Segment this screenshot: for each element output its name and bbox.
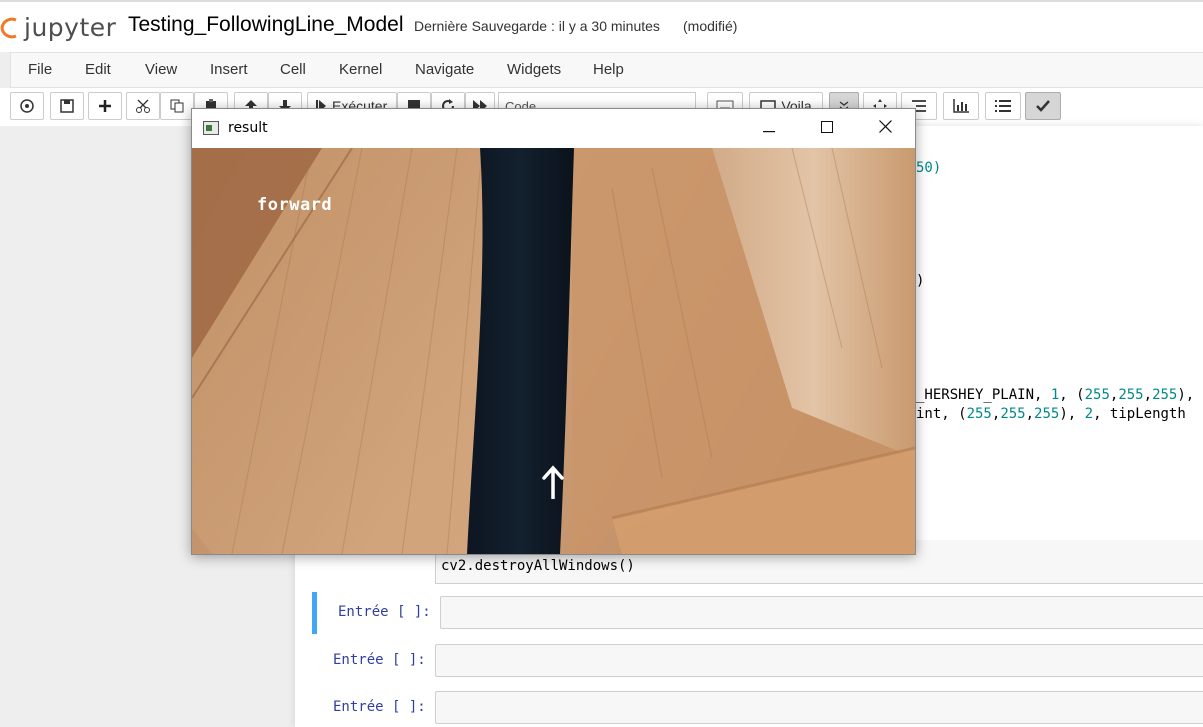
- bulleted-list-icon: [995, 100, 1011, 112]
- notebook-title[interactable]: Testing_FollowingLine_Model: [128, 13, 404, 37]
- close-icon: [878, 119, 892, 138]
- cut-icon: [135, 98, 151, 114]
- code-line-fragment-3: _HERSHEY_PLAIN, 1, (255,255,255),: [916, 387, 1195, 403]
- code-number: 255: [1000, 406, 1026, 422]
- jupyter-logo-text: jupyter: [24, 12, 117, 42]
- code-text: , (: [1059, 387, 1085, 403]
- window-app-icon: [203, 121, 219, 135]
- command-palette-icon: [19, 98, 35, 114]
- empty-code-cell[interactable]: Entrée [ ]:: [317, 640, 1203, 682]
- notebook-header: jupyter Testing_FollowingLine_Model Dern…: [0, 0, 1203, 52]
- code-text: , tipLength: [1093, 406, 1186, 422]
- arrow-up-icon: [541, 465, 565, 504]
- cell-input-area[interactable]: [435, 644, 1203, 677]
- code-number: 255: [1034, 406, 1060, 422]
- modified-flag: (modifié): [683, 18, 738, 34]
- save-icon: [60, 99, 74, 113]
- check-button[interactable]: [1025, 92, 1061, 120]
- code-line-destroy: cv2.destroyAllWindows(): [441, 558, 635, 574]
- menu-bar: File Edit View Insert Cell Kernel Naviga…: [10, 52, 1203, 88]
- menu-file[interactable]: File: [28, 61, 52, 78]
- menu-cell[interactable]: Cell: [280, 61, 306, 78]
- menu-edit[interactable]: Edit: [85, 61, 111, 78]
- add-cell-icon: [98, 99, 112, 113]
- code-line-fragment-4: int, (255,255,255), 2, tipLength: [916, 406, 1186, 422]
- close-button[interactable]: [856, 109, 914, 148]
- code-text: ),: [1059, 406, 1085, 422]
- maximize-icon: [821, 120, 833, 138]
- menu-view[interactable]: View: [145, 61, 177, 78]
- cell-input-area[interactable]: [440, 596, 1203, 629]
- code-number: 255: [1084, 387, 1110, 403]
- menu-kernel[interactable]: Kernel: [339, 61, 382, 78]
- maximize-button[interactable]: [798, 109, 856, 148]
- copy-icon: [169, 98, 185, 114]
- jupyter-logo[interactable]: jupyter: [0, 12, 116, 42]
- jupyter-swirl-icon: [0, 15, 18, 39]
- menu-widgets[interactable]: Widgets: [507, 61, 561, 78]
- code-text: _HERSHEY_PLAIN,: [916, 387, 1051, 403]
- cut-button[interactable]: [126, 92, 160, 120]
- code-line-fragment-1: 50): [916, 160, 941, 176]
- code-text: int, (: [916, 406, 967, 422]
- code-number: 50): [916, 160, 942, 176]
- minimize-icon: [763, 120, 775, 138]
- result-window-title: result: [228, 120, 268, 136]
- menu-insert[interactable]: Insert: [210, 61, 248, 78]
- minimize-button[interactable]: [740, 109, 798, 148]
- camera-frame: forward: [192, 148, 915, 554]
- cell-input-area[interactable]: [435, 691, 1203, 724]
- code-number: 255: [1118, 387, 1144, 403]
- bulleted-list-button[interactable]: [985, 92, 1021, 120]
- chart-button[interactable]: [943, 92, 979, 120]
- chart-icon: [953, 99, 969, 113]
- code-text: ): [916, 273, 925, 289]
- code-line-fragment-2: ): [916, 273, 924, 289]
- check-icon: [1036, 100, 1050, 112]
- code-number: 255: [966, 406, 992, 422]
- empty-code-cell[interactable]: Entrée [ ]:: [317, 687, 1203, 727]
- menu-navigate[interactable]: Navigate: [415, 61, 474, 78]
- code-text: ),: [1177, 387, 1195, 403]
- empty-code-cell[interactable]: Entrée [ ]:: [312, 592, 1203, 634]
- command-palette-button[interactable]: [10, 92, 44, 120]
- save-button[interactable]: [50, 92, 84, 120]
- input-prompt: Entrée [ ]:: [333, 699, 426, 715]
- save-status: Dernière Sauvegarde : il y a 30 minutes: [414, 18, 660, 34]
- result-window[interactable]: result forward: [191, 108, 916, 555]
- direction-status-text: forward: [257, 195, 333, 215]
- menu-help[interactable]: Help: [593, 61, 624, 78]
- code-number: 2: [1084, 406, 1094, 422]
- copy-button[interactable]: [160, 92, 194, 120]
- input-prompt: Entrée [ ]:: [338, 604, 431, 620]
- result-window-titlebar[interactable]: result: [192, 109, 915, 148]
- code-number: 255: [1152, 387, 1178, 403]
- input-prompt: Entrée [ ]:: [333, 652, 426, 668]
- add-cell-button[interactable]: [88, 92, 122, 120]
